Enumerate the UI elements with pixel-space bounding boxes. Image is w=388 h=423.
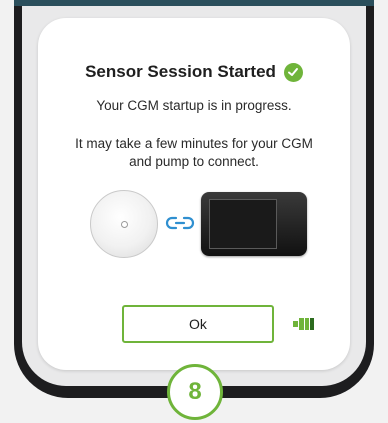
startup-message: Your CGM startup is in progress. bbox=[96, 98, 292, 113]
connect-message: It may take a few minutes for your CGM a… bbox=[75, 136, 313, 169]
dialog-title: Sensor Session Started bbox=[85, 62, 276, 81]
session-started-dialog: Sensor Session Started Your CGM startup … bbox=[38, 18, 350, 370]
battery-icon bbox=[293, 318, 314, 330]
ok-button[interactable]: Ok bbox=[122, 305, 274, 343]
pump-screen bbox=[209, 199, 277, 249]
check-circle-icon bbox=[283, 62, 303, 82]
link-icon bbox=[165, 216, 195, 230]
insulin-pump-icon bbox=[201, 192, 307, 256]
cgm-sensor-icon bbox=[90, 190, 158, 258]
sensor-center-dot bbox=[121, 221, 128, 228]
step-number-badge: 8 bbox=[167, 364, 223, 420]
dialog-header: Sensor Session Started bbox=[38, 62, 350, 82]
